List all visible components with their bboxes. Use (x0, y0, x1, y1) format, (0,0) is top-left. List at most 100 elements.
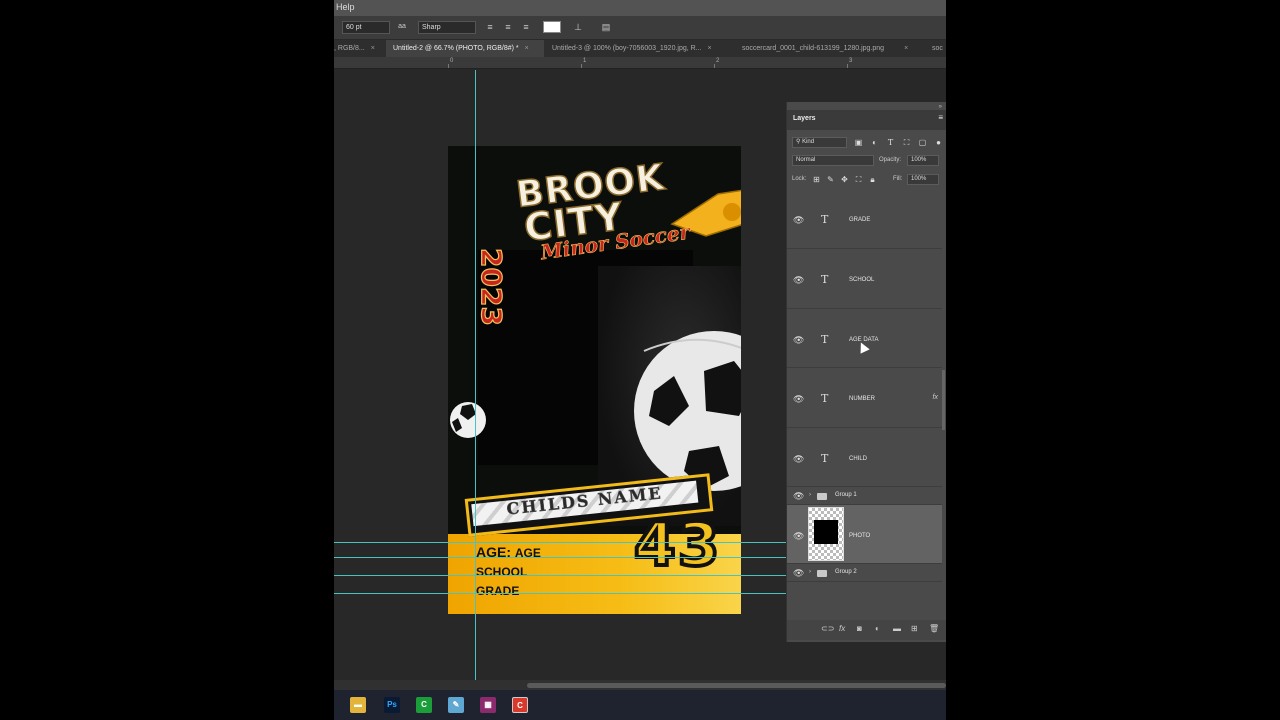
lock-transparent-icon[interactable]: ⊞ (811, 174, 822, 185)
new-layer-icon[interactable]: ⊞ (911, 624, 918, 633)
font-size-select[interactable]: 60 pt (342, 21, 390, 34)
filter-smart-object-icon[interactable]: ▢ (917, 137, 928, 148)
tab-untitled-2[interactable]: Untitled-2 @ 66.7% (PHOTO, RGB/8#) * × (386, 40, 544, 57)
layer-row[interactable]: 👁︎ T SCHOOL (787, 249, 942, 309)
layers-panel-title[interactable]: Layers (793, 115, 816, 122)
layer-name[interactable]: CHILD (849, 456, 867, 462)
new-group-icon[interactable]: ▬ (893, 624, 901, 633)
tab-close-icon[interactable]: × (708, 45, 712, 52)
photoshop-window: Help 60 pt aa Sharp ≡ ≡ ≡ ⊥ ▤ , RGB/8...… (334, 0, 946, 720)
tab-label: soc (932, 45, 943, 52)
filter-shape-icon[interactable]: ⛶ (901, 137, 912, 148)
guide-vertical[interactable] (475, 70, 476, 680)
school-text[interactable]: SCHOOL (476, 565, 527, 579)
recorder-icon[interactable]: C (512, 697, 528, 713)
layer-effects-icon[interactable]: fx (933, 394, 938, 401)
link-layers-icon[interactable]: ⊂⊃ (821, 624, 834, 633)
add-mask-icon[interactable]: ◙ (857, 624, 862, 633)
player-number-text[interactable]: 43 (632, 508, 721, 582)
soccer-card[interactable]: BROOK CITY Minor Soccer 2023 CHILDS NAME… (448, 146, 741, 614)
fill-label: Fill: (893, 176, 903, 182)
group-row[interactable]: 👁︎ › Group 1 (787, 487, 942, 505)
layers-panel: » Layers ≡ ⚲ Kind ▣ ◐ T ⛶ ▢ ● Normal Opa… (786, 102, 946, 642)
layer-row-selected[interactable]: 👁︎ PHOTO (787, 505, 942, 564)
text-color-swatch[interactable] (543, 21, 561, 33)
character-panel-icon[interactable]: ▤ (600, 21, 612, 33)
eye-icon[interactable]: 👁︎ (793, 568, 804, 579)
tab-soccercard[interactable]: soccercard_0001_child-613199_1280.jpg.pn… (742, 40, 926, 57)
layer-name[interactable]: NUMBER (849, 396, 875, 402)
layer-thumbnail (808, 507, 844, 561)
notepad-icon[interactable]: ✎ (448, 697, 464, 713)
tab-label: Untitled-3 @ 100% (boy-7056003_1920.jpg,… (552, 45, 702, 52)
eye-icon[interactable]: 👁︎ (793, 275, 804, 286)
filter-adjustment-icon[interactable]: ◐ (869, 137, 880, 148)
ruler-label: 1 (583, 58, 587, 64)
eye-icon[interactable]: 👁︎ (793, 394, 804, 405)
align-right-icon[interactable]: ≡ (520, 21, 532, 33)
tab-close-icon[interactable]: × (371, 45, 375, 52)
eye-icon[interactable]: 👁︎ (793, 335, 804, 346)
new-adjustment-icon[interactable]: ◐ (875, 624, 880, 633)
text-layer-icon: T (821, 452, 829, 465)
filter-pixel-icon[interactable]: ▣ (853, 137, 864, 148)
align-left-icon[interactable]: ≡ (484, 21, 496, 33)
camtasia-icon[interactable]: C (416, 697, 432, 713)
menu-help[interactable]: Help (336, 2, 355, 12)
eye-icon[interactable]: 👁︎ (793, 215, 804, 226)
photoshop-icon[interactable]: Ps (384, 697, 400, 713)
horizontal-scrollbar[interactable] (334, 680, 946, 690)
guide-horizontal[interactable] (334, 557, 787, 558)
layers-scrollbar[interactable] (942, 370, 945, 430)
file-explorer-icon[interactable]: ▬ (350, 697, 366, 713)
guide-horizontal[interactable] (334, 542, 787, 543)
eye-icon[interactable]: 👁︎ (793, 491, 804, 502)
layer-name[interactable]: Group 2 (835, 569, 857, 575)
delete-layer-icon[interactable]: 🗑︎ (929, 624, 939, 633)
folder-icon (817, 570, 827, 577)
canvas-area[interactable]: BROOK CITY Minor Soccer 2023 CHILDS NAME… (334, 70, 787, 680)
filter-row: ⚲ Kind ▣ ◐ T ⛶ ▢ ● (787, 134, 946, 152)
add-style-icon[interactable]: fx (839, 624, 845, 633)
guide-horizontal[interactable] (334, 593, 787, 594)
grade-text[interactable]: GRADE (476, 584, 519, 598)
eye-icon[interactable]: 👁︎ (793, 531, 804, 542)
layer-name[interactable]: PHOTO (849, 533, 870, 539)
expand-arrow-icon[interactable]: › (809, 569, 811, 575)
fill-input[interactable]: 100% (907, 174, 939, 185)
opacity-input[interactable]: 100% (907, 155, 939, 166)
tab-close-icon[interactable]: × (525, 45, 529, 52)
group-row[interactable]: 👁︎ › Group 2 (787, 564, 942, 582)
blend-mode-select[interactable]: Normal (792, 155, 874, 166)
panel-menu-icon[interactable]: ≡ (938, 113, 943, 122)
layer-row[interactable]: 👁︎ T AGE DATA (787, 309, 942, 368)
layer-row[interactable]: 👁︎ T CHILD (787, 428, 942, 487)
layer-row[interactable]: 👁︎ T NUMBER fx (787, 368, 942, 428)
expand-arrow-icon[interactable]: › (809, 492, 811, 498)
filter-kind-select[interactable]: ⚲ Kind (792, 137, 847, 148)
scroll-thumb[interactable] (527, 683, 946, 688)
warp-text-icon[interactable]: ⊥ (572, 21, 584, 33)
layer-name[interactable]: Group 1 (835, 492, 857, 498)
taskbar: ▬ Ps C ✎ ▦ C (334, 690, 946, 720)
lock-artboard-icon[interactable]: ⛶ (853, 174, 864, 185)
antialias-select[interactable]: Sharp (418, 21, 476, 34)
tab-1[interactable]: , RGB/8... × (334, 40, 384, 57)
tab-soc[interactable]: soc (932, 40, 946, 57)
ruler-label: 0 (450, 58, 454, 64)
lock-all-icon[interactable]: 🔒︎ (867, 174, 878, 185)
layer-row[interactable]: 👁︎ T GRADE (787, 190, 942, 249)
year-vertical: 2023 (474, 247, 506, 326)
eye-icon[interactable]: 👁︎ (793, 454, 804, 465)
winrar-icon[interactable]: ▦ (480, 697, 496, 713)
layer-name[interactable]: SCHOOL (849, 277, 874, 283)
lock-image-icon[interactable]: ✎ (825, 174, 836, 185)
tab-untitled-3[interactable]: Untitled-3 @ 100% (boy-7056003_1920.jpg,… (550, 40, 726, 57)
filter-type-icon[interactable]: T (885, 137, 896, 148)
align-center-icon[interactable]: ≡ (502, 21, 514, 33)
guide-horizontal[interactable] (334, 575, 787, 576)
filter-toggle-icon[interactable]: ● (933, 137, 944, 148)
lock-position-icon[interactable]: ✥ (839, 174, 850, 185)
layer-name[interactable]: GRADE (849, 217, 870, 223)
tab-close-icon[interactable]: × (904, 45, 908, 52)
